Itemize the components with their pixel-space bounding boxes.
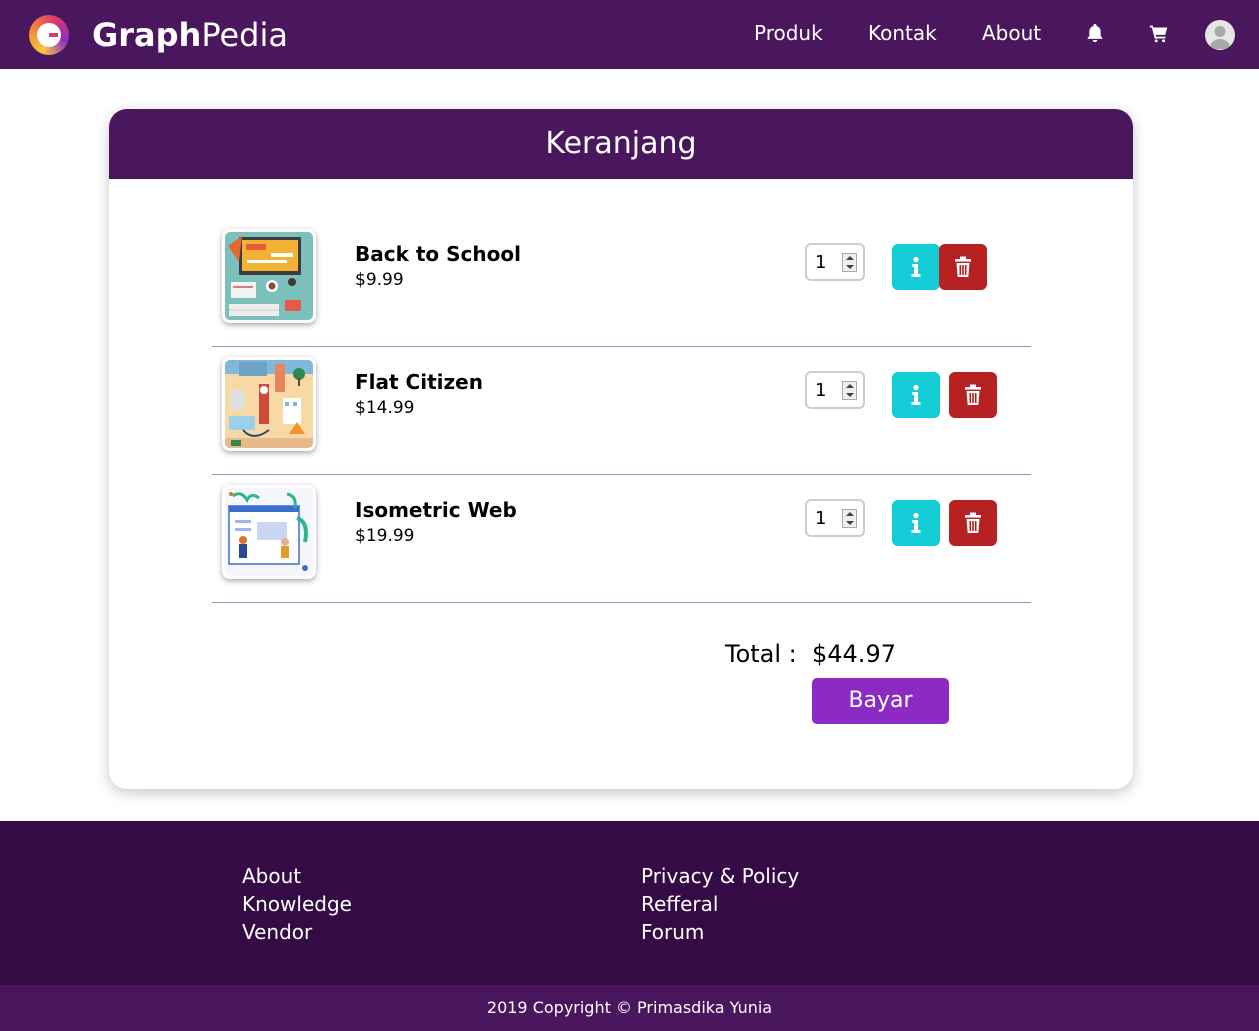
footer-link-about[interactable]: About [242,862,301,890]
product-name[interactable]: Back to School [355,241,521,267]
footer-link-vendor[interactable]: Vendor [242,918,312,946]
product-price: $9.99 [355,270,404,290]
product-name[interactable]: Flat Citizen [355,369,483,395]
brand-bold: Graph [92,16,202,54]
cart-total: Total : $44.97 [725,639,896,669]
quantity-stepper[interactable]: 1 [805,499,865,537]
avatar[interactable] [1205,20,1235,50]
delete-button[interactable] [939,244,987,290]
cart-item: Back to School $9.99 1 [212,219,1031,347]
footer-link-refferal[interactable]: Refferal [641,890,718,918]
cart-item: Isometric Web $19.99 1 [212,475,1031,603]
bell-icon[interactable] [1084,22,1106,44]
spinner-arrows-icon[interactable] [842,253,857,272]
info-icon [911,256,921,277]
product-price: $14.99 [355,398,415,418]
total-label: Total : [725,640,797,668]
cart-icon[interactable] [1148,22,1170,44]
cart-card: Keranjang Back to School $9.99 1 Flat Ci… [109,109,1133,789]
trash-icon [965,384,981,405]
product-price: $19.99 [355,526,415,546]
product-name[interactable]: Isometric Web [355,497,517,523]
graphpedia-logo-icon[interactable] [29,15,69,55]
desk-illustration-icon [225,232,313,320]
brand-name[interactable]: GraphPedia [92,15,288,55]
info-button[interactable] [892,372,940,418]
total-value: $44.97 [812,640,896,668]
product-thumbnail[interactable] [222,485,316,579]
product-thumbnail[interactable] [222,229,316,323]
info-button[interactable] [892,500,940,546]
copyright-bar: 2019 Copyright © Primasdika Yunia [0,985,1259,1031]
nav-link-kontak[interactable]: Kontak [868,20,937,46]
spinner-arrows-icon[interactable] [842,509,857,528]
footer-link-privacy-policy[interactable]: Privacy & Policy [641,862,799,890]
trash-icon [965,512,981,533]
quantity-value: 1 [815,252,827,273]
cart-header: Keranjang [109,109,1133,179]
quantity-stepper[interactable]: 1 [805,371,865,409]
footer-link-knowledge[interactable]: Knowledge [242,890,352,918]
web-illustration-icon [225,488,313,576]
quantity-value: 1 [815,380,827,401]
cart-item: Flat Citizen $14.99 1 [212,347,1031,475]
info-icon [911,512,921,533]
nav-link-about[interactable]: About [982,20,1041,46]
pay-button[interactable]: Bayar [812,678,949,724]
nav-link-produk[interactable]: Produk [754,20,823,46]
quantity-value: 1 [815,508,827,529]
city-illustration-icon [225,360,313,448]
delete-button[interactable] [949,372,997,418]
footer-link-forum[interactable]: Forum [641,918,704,946]
navbar: GraphPedia Produk Kontak About [0,0,1259,69]
brand-rest: Pedia [201,16,288,54]
product-thumbnail[interactable] [222,357,316,451]
user-icon [1209,26,1231,49]
delete-button[interactable] [949,500,997,546]
spinner-arrows-icon[interactable] [842,381,857,400]
cart-title: Keranjang [545,126,697,161]
info-button[interactable] [892,244,940,290]
info-icon [911,384,921,405]
quantity-stepper[interactable]: 1 [805,243,865,281]
footer: About Knowledge Vendor Privacy & Policy … [0,821,1259,985]
trash-icon [955,256,971,277]
